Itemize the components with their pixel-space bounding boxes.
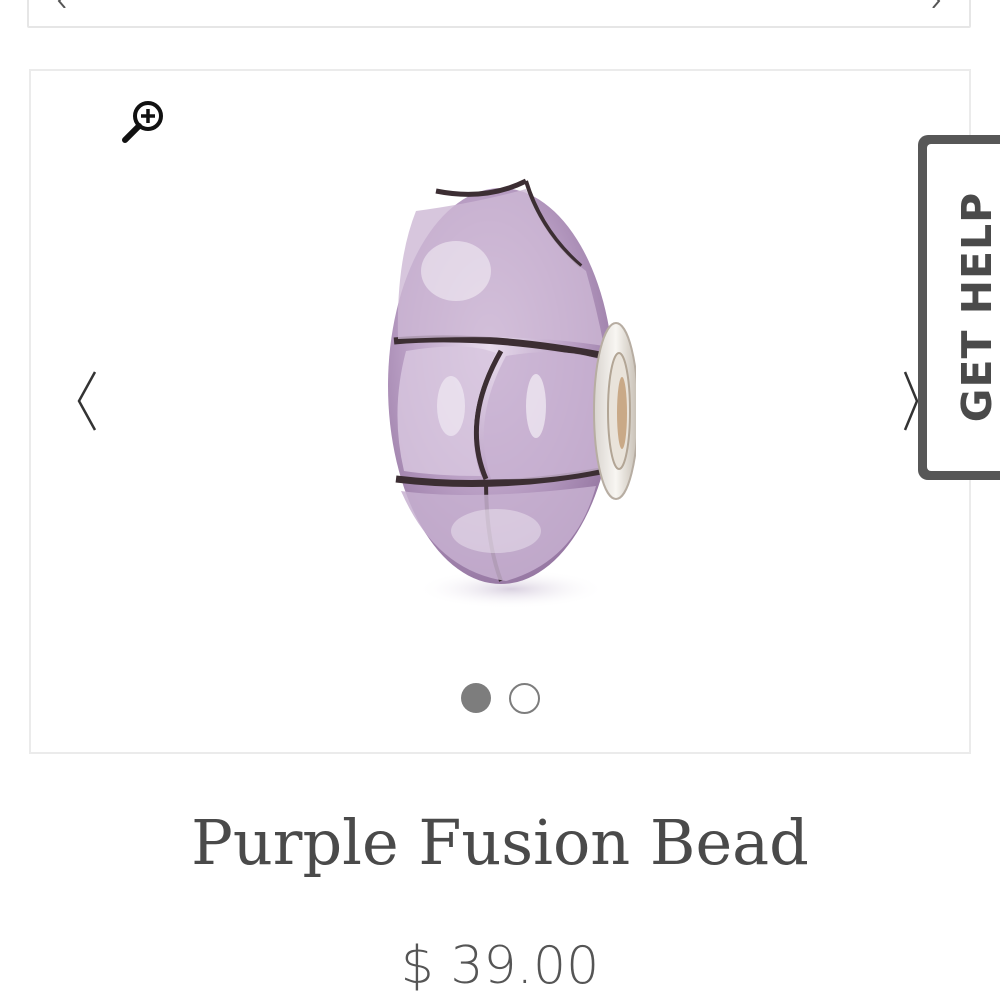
product-page: Key story this bead bbox=[0, 0, 1000, 1000]
get-help-inner: GET HELP bbox=[927, 144, 1000, 471]
chevron-left-icon[interactable] bbox=[71, 366, 101, 436]
slide-indicator bbox=[31, 683, 969, 714]
product-title: Purple Fusion Bead bbox=[191, 806, 809, 879]
slide-dot-2[interactable] bbox=[508, 683, 540, 714]
top-selector-bar[interactable]: Key story this bead bbox=[27, 0, 971, 28]
top-selector-label: Key story this bead bbox=[329, 0, 584, 10]
chevron-left-icon[interactable] bbox=[55, 0, 69, 8]
slide-dot-1[interactable] bbox=[460, 683, 491, 713]
product-image[interactable] bbox=[376, 141, 636, 611]
chevron-right-icon[interactable] bbox=[899, 366, 919, 436]
zoom-in-icon[interactable] bbox=[121, 97, 167, 143]
get-help-tab[interactable]: GET HELP bbox=[918, 135, 1000, 480]
product-image-gallery bbox=[29, 69, 971, 754]
chevron-right-icon[interactable] bbox=[929, 0, 943, 8]
get-help-label: GET HELP bbox=[953, 191, 1000, 423]
product-price: $ 39.00 bbox=[400, 936, 600, 996]
